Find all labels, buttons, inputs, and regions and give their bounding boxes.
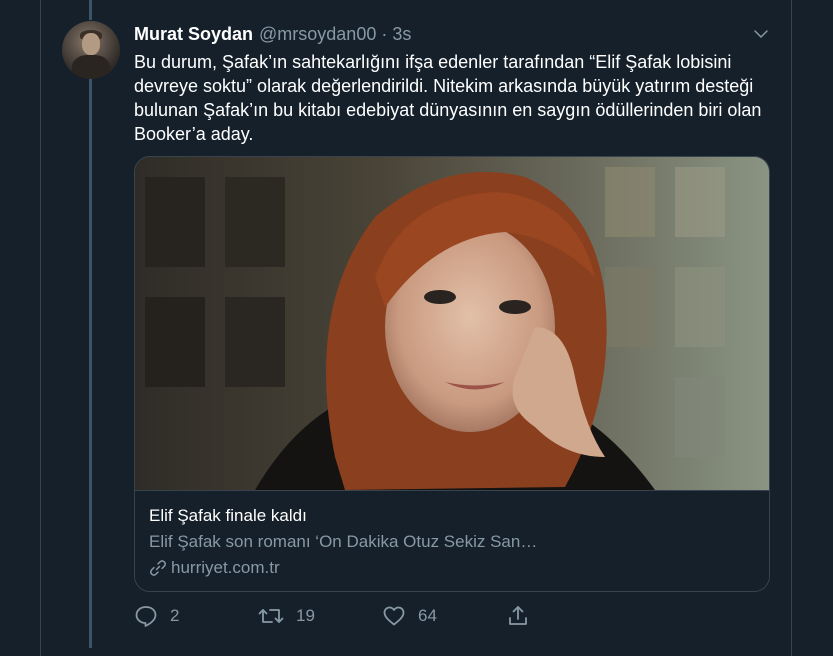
share-icon xyxy=(509,606,527,625)
author-handle[interactable]: @mrsoydan00 xyxy=(259,24,376,45)
reply-button[interactable]: 2 xyxy=(134,604,179,628)
heart-icon xyxy=(383,606,405,626)
thread-line-top xyxy=(89,0,92,20)
author-name[interactable]: Murat Soydan xyxy=(134,24,253,45)
card-description: Elif Şafak son romanı ‘On Dakika Otuz Se… xyxy=(149,532,538,551)
retweet-count: 19 xyxy=(296,606,315,625)
retweet-button[interactable]: 19 xyxy=(258,604,315,628)
reply-count: 2 xyxy=(170,606,180,625)
link-card[interactable]: Elif Şafak finale kaldı Elif Şafak son r… xyxy=(134,156,770,592)
card-body[interactable]: Elif Şafak finale kaldı Elif Şafak son r… xyxy=(135,491,769,591)
tweet-header: Murat Soydan @mrsoydan00 · 3s xyxy=(134,22,411,46)
chevron-down-icon[interactable] xyxy=(752,25,770,43)
link-icon xyxy=(150,560,166,576)
card-domain-text: hurriyet.com.tr xyxy=(171,558,280,577)
card-photo xyxy=(135,157,769,490)
card-title[interactable]: Elif Şafak finale kaldı xyxy=(149,506,307,526)
thread-line xyxy=(89,78,92,648)
card-domain[interactable]: hurriyet.com.tr xyxy=(149,558,280,578)
card-image[interactable] xyxy=(135,157,769,491)
separator-dot: · xyxy=(381,23,388,44)
tweet-actions: 2 19 64 xyxy=(134,604,554,632)
like-button[interactable]: 64 xyxy=(382,604,437,628)
column-border-right xyxy=(791,0,792,656)
share-button[interactable] xyxy=(506,604,542,628)
tweet-text: Bu durum, Şafak’ın sahtekarlığını ifşa e… xyxy=(134,52,762,144)
reply-icon xyxy=(135,606,157,627)
column-border-left xyxy=(40,0,41,656)
retweet-icon xyxy=(258,609,284,623)
avatar[interactable] xyxy=(62,21,120,79)
tweet-time[interactable]: 3s xyxy=(392,24,411,45)
like-count: 64 xyxy=(418,606,437,625)
